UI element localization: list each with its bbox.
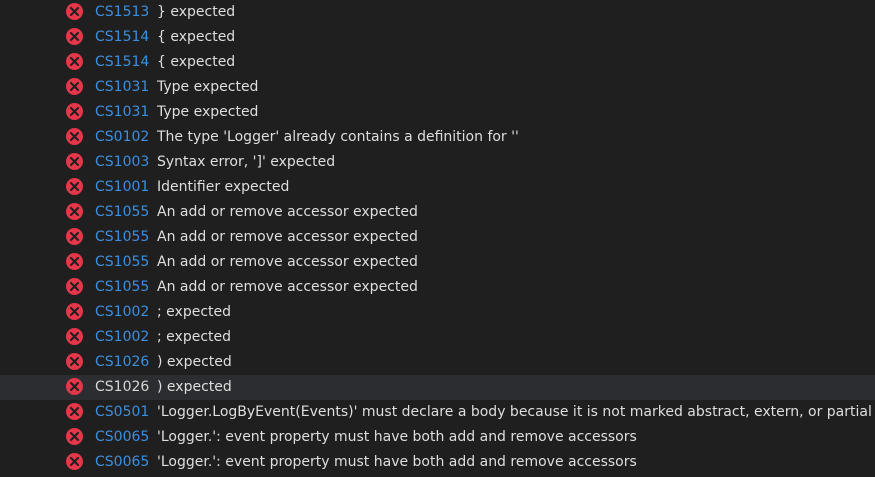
error-code-link[interactable]: CS1055 xyxy=(95,228,149,246)
error-row[interactable]: CS1026 ) expected xyxy=(0,375,875,400)
error-message: Type expected xyxy=(157,79,259,95)
error-message: ) expected xyxy=(157,379,232,395)
error-code-link[interactable]: CS1513 xyxy=(95,3,149,21)
error-code-link[interactable]: CS1514 xyxy=(95,28,149,46)
error-row[interactable]: CS1001 Identifier expected xyxy=(0,175,875,200)
error-row[interactable]: CS0065 'Logger.': event property must hav… xyxy=(0,425,875,450)
error-code-link[interactable]: CS1026 xyxy=(95,378,149,396)
error-row[interactable]: CS1003 Syntax error, ']' expected xyxy=(0,150,875,175)
error-icon xyxy=(66,3,83,20)
error-code-link[interactable]: CS1055 xyxy=(95,253,149,271)
error-code-link[interactable]: CS1003 xyxy=(95,153,149,171)
error-row[interactable]: CS1002 ; expected xyxy=(0,325,875,350)
error-row[interactable]: CS1031 Type expected xyxy=(0,75,875,100)
error-row[interactable]: CS0501 'Logger.LogByEvent(Events)' must d… xyxy=(0,400,875,425)
error-icon xyxy=(66,303,83,320)
error-icon xyxy=(66,203,83,220)
error-message: ; expected xyxy=(157,329,232,345)
error-code-link[interactable]: CS0102 xyxy=(95,128,149,146)
error-code-link[interactable]: CS1002 xyxy=(95,328,149,346)
error-code-link[interactable]: CS1055 xyxy=(95,203,149,221)
error-row[interactable]: CS1055 An add or remove accessor expected xyxy=(0,250,875,275)
error-message: 'Logger.': event property must have both… xyxy=(157,429,637,445)
error-icon xyxy=(66,378,83,395)
error-icon xyxy=(66,153,83,170)
error-code-link[interactable]: CS1026 xyxy=(95,353,149,371)
error-row[interactable]: CS1514 { expected xyxy=(0,50,875,75)
error-icon xyxy=(66,128,83,145)
error-icon xyxy=(66,403,83,420)
error-icon xyxy=(66,78,83,95)
error-row[interactable]: CS0102 The type 'Logger' already contains… xyxy=(0,125,875,150)
error-message: An add or remove accessor expected xyxy=(157,229,418,245)
error-message: An add or remove accessor expected xyxy=(157,204,418,220)
error-message: ; expected xyxy=(157,304,232,320)
error-message: ) expected xyxy=(157,354,232,370)
error-icon xyxy=(66,28,83,45)
error-message: The type 'Logger' already contains a def… xyxy=(157,129,519,145)
error-icon xyxy=(66,328,83,345)
error-icon xyxy=(66,228,83,245)
error-message: Syntax error, ']' expected xyxy=(157,154,336,170)
error-row[interactable]: CS0065 'Logger.': event property must hav… xyxy=(0,450,875,475)
error-message: { expected xyxy=(157,29,236,45)
error-code-link[interactable]: CS1001 xyxy=(95,178,149,196)
error-message: Type expected xyxy=(157,104,259,120)
error-icon xyxy=(66,53,83,70)
error-icon xyxy=(66,428,83,445)
error-message: } expected xyxy=(157,4,236,20)
error-code-link[interactable]: CS1002 xyxy=(95,303,149,321)
error-message: An add or remove accessor expected xyxy=(157,254,418,270)
error-code-link[interactable]: CS1055 xyxy=(95,278,149,296)
error-message: 'Logger.LogByEvent(Events)' must declare… xyxy=(157,404,872,420)
error-row[interactable]: CS1514 { expected xyxy=(0,25,875,50)
error-row[interactable]: CS1055 An add or remove accessor expected xyxy=(0,225,875,250)
error-code-link[interactable]: CS0501 xyxy=(95,403,149,421)
error-code-link[interactable]: CS0065 xyxy=(95,453,149,471)
error-row[interactable]: CS1055 An add or remove accessor expected xyxy=(0,275,875,300)
error-icon xyxy=(66,453,83,470)
error-message: { expected xyxy=(157,54,236,70)
error-message: An add or remove accessor expected xyxy=(157,279,418,295)
error-icon xyxy=(66,278,83,295)
error-row[interactable]: CS1031 Type expected xyxy=(0,100,875,125)
error-icon xyxy=(66,178,83,195)
error-message: Identifier expected xyxy=(157,179,290,195)
error-code-link[interactable]: CS1031 xyxy=(95,78,149,96)
error-row[interactable]: CS1055 An add or remove accessor expected xyxy=(0,200,875,225)
error-list-panel: CS1513 } expected CS1514 { expected CS1514 { … xyxy=(0,0,875,477)
error-icon xyxy=(66,103,83,120)
error-icon xyxy=(66,253,83,270)
error-row[interactable]: CS1002 ; expected xyxy=(0,300,875,325)
error-row[interactable]: CS1026 ) expected xyxy=(0,350,875,375)
error-code-link[interactable]: CS1514 xyxy=(95,53,149,71)
error-icon xyxy=(66,353,83,370)
error-row[interactable]: CS1513 } expected xyxy=(0,0,875,25)
error-message: 'Logger.': event property must have both… xyxy=(157,454,637,470)
error-code-link[interactable]: CS0065 xyxy=(95,428,149,446)
error-code-link[interactable]: CS1031 xyxy=(95,103,149,121)
